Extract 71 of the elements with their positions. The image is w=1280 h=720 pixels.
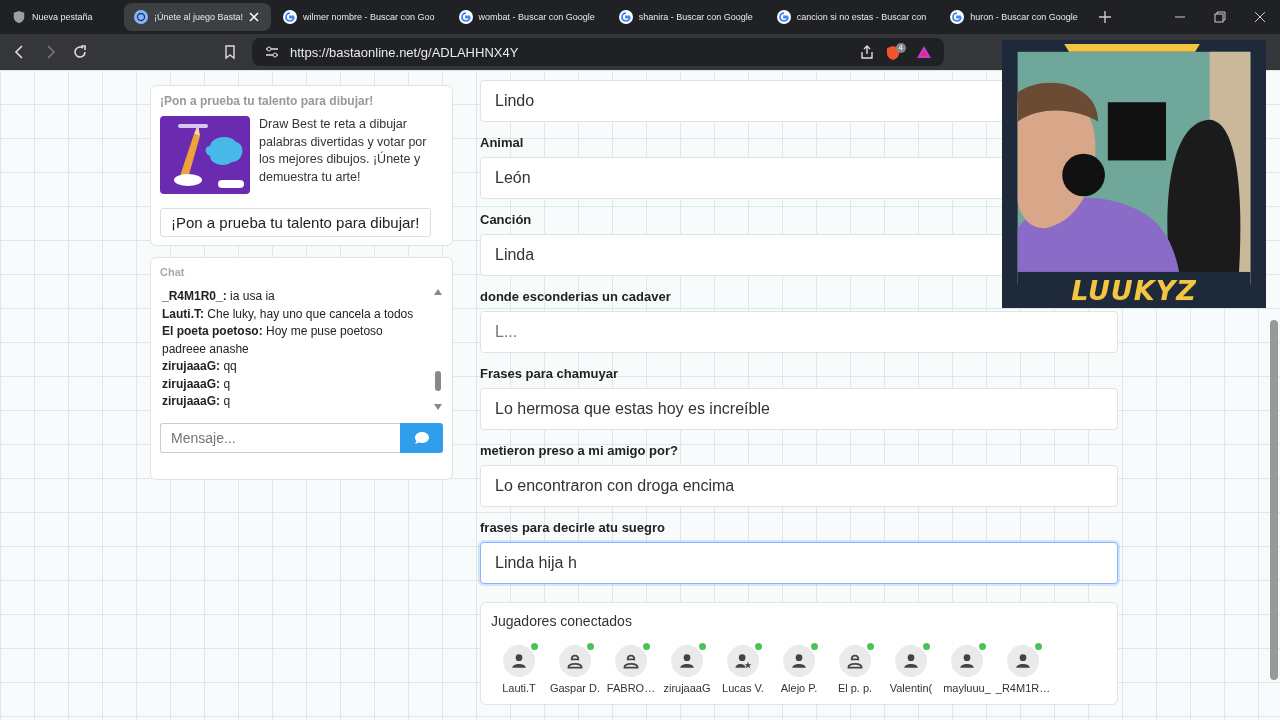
- player-name: zirujaaaG: [663, 682, 711, 694]
- field-label: Canción: [480, 212, 533, 227]
- user-star-icon: [735, 654, 752, 669]
- player-name: Valentin(: [889, 682, 933, 694]
- ad-description: Draw Best te reta a dibujar palabras divertidas y votar por los mejores dibujos. ¡Únete y demuestra tu arte!: [259, 116, 428, 186]
- browser-tab[interactable]: shanira - Buscar con Google: [608, 3, 765, 31]
- chat-message: zirujaaaG: q: [162, 393, 232, 410]
- google-icon: [776, 10, 791, 24]
- answer-field[interactable]: Lo encontraron con droga encima: [480, 465, 1118, 507]
- browser-tab[interactable]: wilmer nombre - Buscar con Goo: [273, 3, 447, 31]
- google-icon: [618, 10, 633, 24]
- browser-tab[interactable]: Nueva pestaña: [2, 3, 122, 31]
- shield-icon: [12, 10, 26, 24]
- player-name: El p. p.: [837, 682, 873, 694]
- user-icon: [960, 654, 974, 668]
- player-name: Lauti.T: [502, 682, 536, 694]
- message-field[interactable]: Mensaje...: [160, 422, 400, 453]
- scrollbar-thumb[interactable]: [435, 371, 441, 392]
- user-icon: [623, 654, 639, 669]
- site-logo-icon: [134, 10, 148, 24]
- site-settings-icon[interactable]: [264, 44, 280, 60]
- player-name: _R4M1R…: [995, 682, 1051, 694]
- share-icon[interactable]: [858, 44, 875, 60]
- page-scrollbar[interactable]: [1270, 320, 1278, 680]
- user-icon: [680, 654, 694, 668]
- browser-tab[interactable]: ¡Únete al juego Basta!: [124, 3, 272, 31]
- browser-tab[interactable]: cancion si no estas - Buscar con: [766, 3, 939, 31]
- player-name: Lucas V.: [722, 682, 764, 694]
- player-name: Alejo P.: [780, 682, 818, 694]
- ad-button[interactable]: ¡Pon a prueba tu talento para dibujar!: [160, 208, 431, 237]
- player-name: Gaspar D.: [549, 682, 601, 694]
- field-label: metieron preso a mi amigo por?: [480, 443, 679, 458]
- user-icon: [904, 654, 918, 668]
- triangle-icon[interactable]: [916, 44, 932, 60]
- scroll-up-icon[interactable]: [433, 288, 443, 296]
- close-icon[interactable]: [1254, 11, 1266, 23]
- stream-caption: LUUKYZ: [1070, 275, 1198, 306]
- field-label: Frases para chamuyar: [480, 366, 620, 381]
- reload-icon[interactable]: [72, 44, 88, 60]
- browser-tab[interactable]: huron - Buscar con Google: [940, 3, 1090, 31]
- answer-field[interactable]: L...: [480, 311, 1118, 353]
- chat-message: _R4M1R0_: ia usa ia: [162, 288, 276, 305]
- user-icon: [512, 654, 526, 668]
- restore-icon[interactable]: [1214, 11, 1226, 23]
- chat-message: zirujaaaG: q: [162, 375, 232, 393]
- shield-button[interactable]: 4: [884, 43, 906, 61]
- new-tab-icon[interactable]: [1097, 10, 1112, 24]
- bookmark-icon[interactable]: [222, 44, 238, 60]
- answer-field[interactable]: Lo hermosa que estas hoy es increíble: [480, 388, 1118, 430]
- field-label: Animal: [480, 135, 525, 150]
- player-name: mayluuu_: [943, 682, 991, 694]
- chat-icon: [413, 430, 430, 445]
- scroll-down-icon[interactable]: [433, 402, 443, 411]
- chat-message: Lauti.T: Che luky, hay uno que cancela a todos: [162, 305, 415, 323]
- ad-heading: ¡Pon a prueba tu talento para dibujar!: [160, 94, 375, 108]
- players-title: Jugadores conectados: [491, 613, 633, 629]
- answer-field[interactable]: Linda hija h: [480, 542, 1118, 584]
- google-icon: [458, 10, 473, 24]
- send-button[interactable]: [400, 422, 443, 453]
- address-text[interactable]: https://bastaonline.net/g/ADLAHHNX4Y: [290, 44, 849, 60]
- chat-title: Chat: [160, 266, 186, 278]
- player-name: FABRO…: [606, 682, 656, 694]
- browser-tab[interactable]: wombat - Buscar con Google: [448, 3, 607, 31]
- chat-message: zirujaaaG: qq: [162, 358, 238, 375]
- field-label: frases para decirle atu suegro: [480, 520, 666, 535]
- user-icon: [847, 654, 863, 669]
- user-icon: [792, 654, 806, 668]
- user-icon: [1016, 654, 1030, 668]
- google-icon: [283, 10, 298, 24]
- user-icon: [567, 654, 583, 669]
- google-icon: [950, 10, 965, 24]
